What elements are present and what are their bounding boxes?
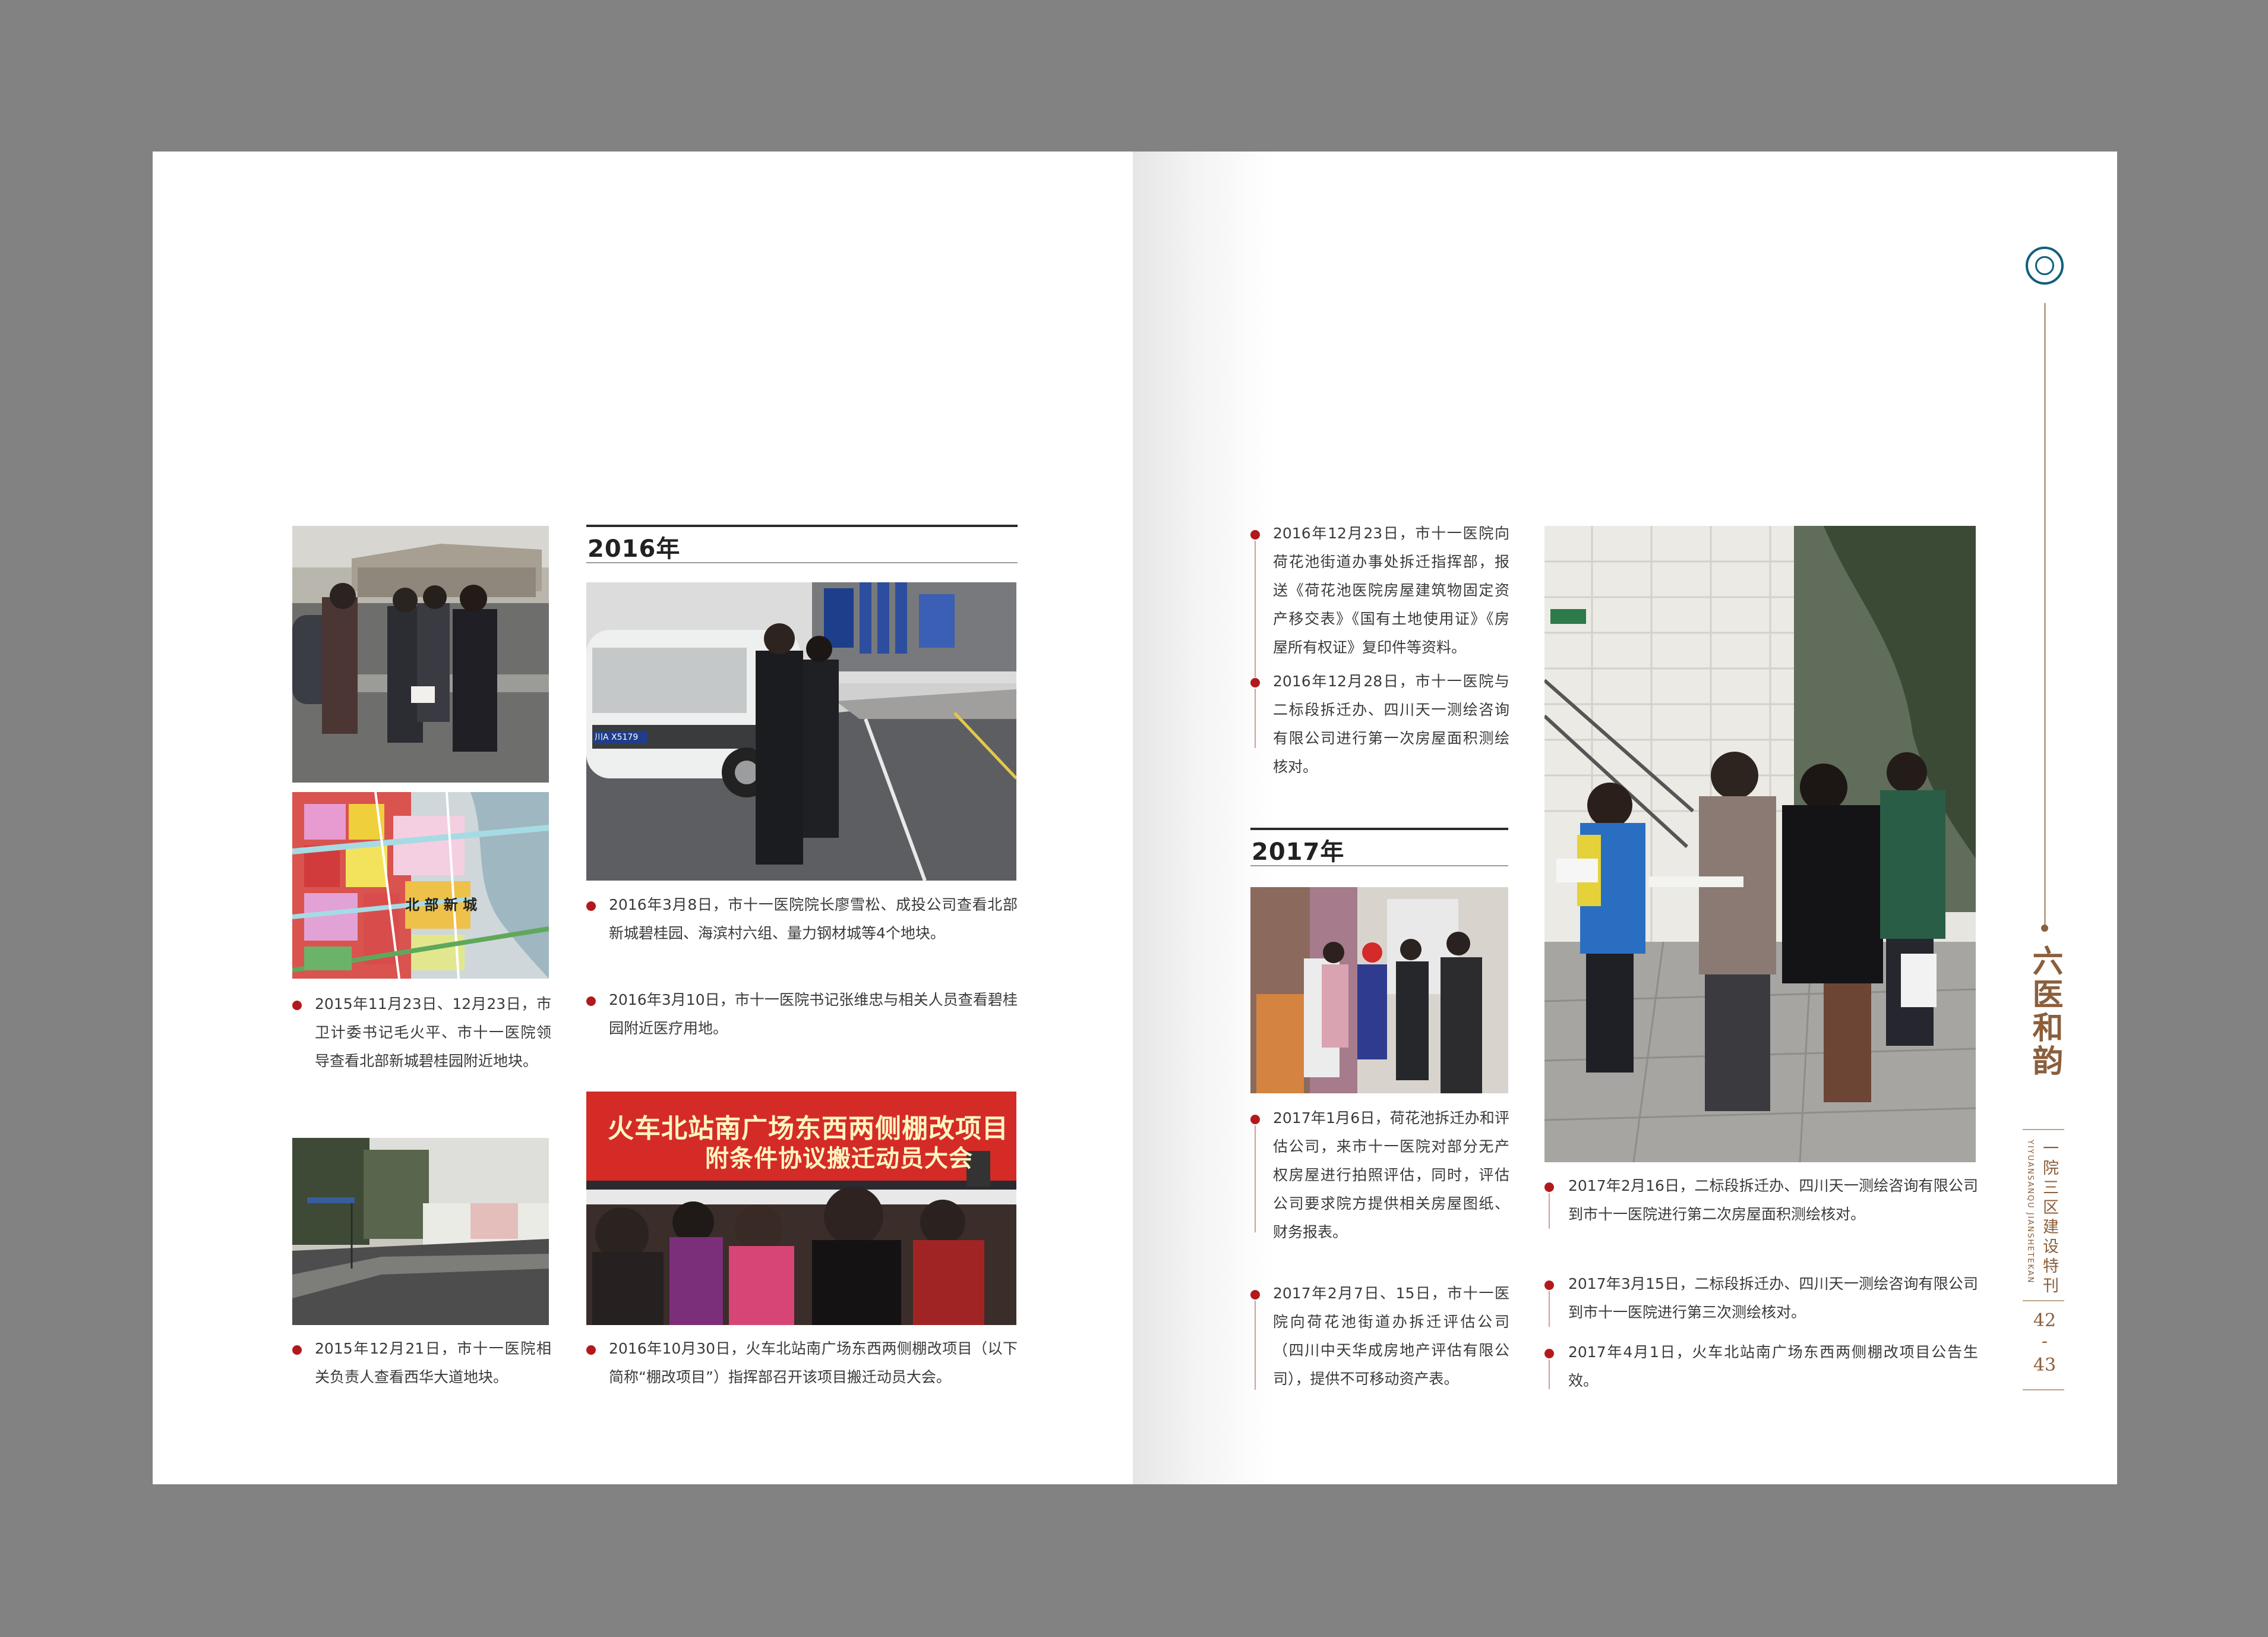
bullet-c3: [586, 901, 596, 911]
heading-underline: [586, 562, 1018, 563]
caption-2016-12-28: 2016年12月28日，市十一医院与二标段拆迁办、四川天一测绘咨询有限公司进行第…: [1273, 667, 1509, 781]
rule-end-dot: [2041, 925, 2048, 932]
bullet-c1: [292, 1001, 302, 1010]
subtitle-divider: [2023, 1300, 2064, 1301]
map-label: 北 部 新 城: [405, 897, 478, 913]
caption-line-c9: [1255, 1301, 1256, 1390]
bullet-c4: [586, 996, 596, 1006]
bullet-c6: [1250, 530, 1260, 540]
bullet-c9: [1250, 1290, 1260, 1299]
caption-line-c11: [1549, 1291, 1550, 1327]
heading-label: 2016年: [587, 535, 681, 563]
bullet-c11: [1544, 1280, 1554, 1290]
photo-mobilization-meeting: 火车北站南广场东西两侧棚改项目 附条件协议搬迁动员大会: [586, 1092, 1016, 1325]
photo-officials-inspecting-site: [292, 526, 549, 783]
margin-vertical-rule: [2044, 303, 2046, 927]
bullet-c10: [1544, 1182, 1554, 1192]
caption-text: 2016年12月28日，市十一医院与二标段拆迁办、四川天一测绘咨询有限公司进行第…: [1273, 673, 1509, 775]
caption-line-c7: [1255, 689, 1256, 748]
caption-text: 2017年1月6日，荷花池拆迁办和评估公司，来市十一医院对部分无产权房屋进行拍照…: [1273, 1109, 1509, 1241]
caption-line-c8: [1255, 1125, 1256, 1232]
photo-area-measurement: [1544, 526, 1976, 1162]
caption-text: 2015年11月23日、12月23日，市卫计委书记毛火平、市十一医院领导查看北部…: [315, 995, 551, 1070]
photo-indoor-evaluation: [1250, 887, 1508, 1093]
caption-text: 2015年12月21日，市十一医院相关负责人查看西华大道地块。: [315, 1340, 551, 1386]
year-heading-2017: 2017年: [1250, 828, 1508, 875]
page-number-separator: -: [2041, 1331, 2048, 1352]
photo-planning-map: 北 部 新 城: [292, 792, 549, 979]
page-gutter-shadow: [1133, 152, 1275, 1484]
publication-subtitle-pinyin: YIYUANSANQU JIANSHETEKAN: [2026, 1140, 2035, 1284]
caption-2016-03-10: 2016年3月10日，市十一医院书记张维忠与相关人员查看碧桂园附近医疗用地。: [609, 986, 1018, 1043]
caption-2016-12-23: 2016年12月23日，市十一医院向荷花池街道办事处拆迁指挥部，报送《荷花池医院…: [1273, 519, 1509, 662]
plate-text: 川A X5179: [595, 733, 639, 742]
caption-2016-10-30: 2016年10月30日，火车北站南广场东西两侧棚改项目（以下简称“棚改项目”）指…: [609, 1335, 1018, 1392]
caption-2017-03-15: 2017年3月15日，二标段拆迁办、四川天一测绘咨询有限公司到市十一医院进行第三…: [1568, 1270, 1978, 1327]
heading-rule: [1250, 828, 1508, 830]
caption-text: 2016年3月10日，市十一医院书记张维忠与相关人员查看碧桂园附近医疗用地。: [609, 991, 1018, 1037]
caption-2015-12-21: 2015年12月21日，市十一医院相关负责人查看西华大道地块。: [315, 1335, 551, 1392]
caption-text: 2017年4月1日，火车北站南广场东西两侧棚改项目公告生效。: [1568, 1343, 1978, 1389]
title-divider: [2023, 1129, 2064, 1130]
caption-2016-03-08: 2016年3月8日，市十一医院院长廖雪松、成投公司查看北部新城碧桂园、海滨村六组…: [609, 891, 1018, 948]
publication-title: 六医和韵: [2027, 945, 2063, 1078]
bullet-c5: [586, 1345, 596, 1355]
banner-line-2: 附条件协议搬迁动员大会: [705, 1145, 973, 1172]
caption-2017-02-07: 2017年2月7日、15日，市十一医院向荷花池街道办拆迁评估公司（四川中天华成房…: [1273, 1279, 1509, 1393]
photo-xihua-avenue: [292, 1138, 549, 1325]
caption-2017-01-06: 2017年1月6日，荷花池拆迁办和评估公司，来市十一医院对部分无产权房屋进行拍照…: [1273, 1104, 1509, 1247]
caption-2017-04-01: 2017年4月1日，火车北站南广场东西两侧棚改项目公告生效。: [1568, 1338, 1978, 1395]
page-number-left: 42: [2033, 1310, 2057, 1331]
photo-officials-by-car: 川A X5179: [586, 582, 1016, 881]
caption-text: 2017年2月7日、15日，市十一医院向荷花池街道办拆迁评估公司（四川中天华成房…: [1273, 1285, 1509, 1387]
caption-text: 2017年2月16日，二标段拆迁办、四川天一测绘咨询有限公司到市十一医院进行第二…: [1568, 1177, 1978, 1223]
caption-text: 2017年3月15日，二标段拆迁办、四川天一测绘咨询有限公司到市十一医院进行第三…: [1568, 1275, 1978, 1321]
page-number-divider: [2023, 1389, 2064, 1390]
bullet-c7: [1250, 678, 1260, 687]
caption-text: 2016年10月30日，火车北站南广场东西两侧棚改项目（以下简称“棚改项目”）指…: [609, 1340, 1018, 1386]
bullet-c2: [292, 1345, 302, 1355]
heading-rule: [586, 525, 1018, 527]
publication-subtitle: 一院三区建设特刊: [2040, 1140, 2058, 1297]
caption-2017-02-16: 2017年2月16日，二标段拆迁办、四川天一测绘咨询有限公司到市十一医院进行第二…: [1568, 1172, 1978, 1229]
heading-label: 2017年: [1252, 838, 1345, 866]
bullet-c8: [1250, 1115, 1260, 1124]
caption-line-c6: [1255, 541, 1256, 677]
caption-line-c10: [1549, 1193, 1550, 1229]
year-heading-2016: 2016年: [586, 525, 1018, 572]
caption-line-c12: [1549, 1360, 1550, 1389]
caption-2015-11-23: 2015年11月23日、12月23日，市卫计委书记毛火平、市十一医院领导查看北部…: [315, 990, 551, 1075]
heading-underline: [1250, 865, 1508, 866]
bullet-c12: [1544, 1349, 1554, 1358]
hospital-seal-icon: [2026, 247, 2064, 285]
page-number-right: 43: [2033, 1355, 2057, 1376]
caption-text: 2016年3月8日，市十一医院院长廖雪松、成投公司查看北部新城碧桂园、海滨村六组…: [609, 896, 1018, 942]
caption-text: 2016年12月23日，市十一医院向荷花池街道办事处拆迁指挥部，报送《荷花池医院…: [1273, 525, 1509, 656]
